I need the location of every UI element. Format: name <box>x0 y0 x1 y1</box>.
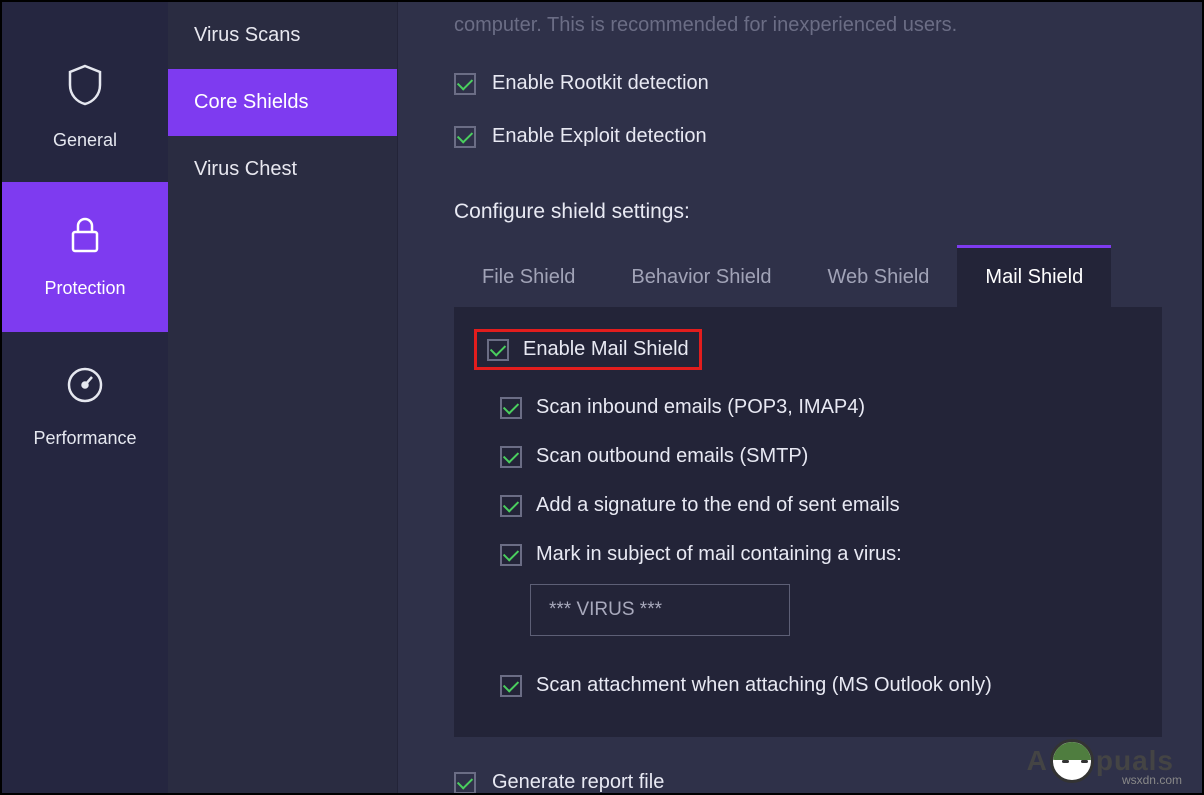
tab-web-shield[interactable]: Web Shield <box>799 248 957 307</box>
nav-performance[interactable]: Performance <box>2 332 168 482</box>
option-mark-subject[interactable]: Mark in subject of mail containing a vir… <box>500 543 1142 566</box>
label-generate-report: Generate report file <box>492 771 664 793</box>
option-scan-outbound[interactable]: Scan outbound emails (SMTP) <box>500 445 1142 468</box>
watermark-face-icon <box>1050 739 1094 783</box>
watermark-text-left: A <box>1027 745 1048 777</box>
gauge-icon <box>65 365 105 410</box>
subnav-virus-scans[interactable]: Virus Scans <box>168 2 397 69</box>
option-scan-inbound[interactable]: Scan inbound emails (POP3, IMAP4) <box>500 396 1142 419</box>
option-exploit[interactable]: Enable Exploit detection <box>454 125 1162 148</box>
watermark-source: wsxdn.com <box>1122 773 1182 787</box>
configure-shield-heading: Configure shield settings: <box>454 200 1162 224</box>
truncated-info-text: computer. This is recommended for inexpe… <box>454 14 1162 37</box>
app-window: General Protection Performance Virus Sca… <box>0 0 1204 795</box>
secondary-sidebar: Virus Scans Core Shields Virus Chest <box>168 2 398 793</box>
nav-general[interactable]: General <box>2 32 168 182</box>
label-scan-inbound: Scan inbound emails (POP3, IMAP4) <box>536 396 865 419</box>
main-panel: computer. This is recommended for inexpe… <box>398 2 1202 793</box>
label-exploit: Enable Exploit detection <box>492 125 707 148</box>
checkbox-add-signature[interactable] <box>500 495 522 517</box>
label-mark-subject: Mark in subject of mail containing a vir… <box>536 543 902 566</box>
nav-general-label: General <box>53 130 117 151</box>
option-add-signature[interactable]: Add a signature to the end of sent email… <box>500 494 1142 517</box>
label-scan-outbound: Scan outbound emails (SMTP) <box>536 445 808 468</box>
checkbox-scan-outbound[interactable] <box>500 446 522 468</box>
label-rootkit: Enable Rootkit detection <box>492 72 709 95</box>
checkbox-scan-inbound[interactable] <box>500 397 522 419</box>
lock-icon <box>67 215 103 260</box>
option-rootkit[interactable]: Enable Rootkit detection <box>454 72 1162 95</box>
tab-file-shield[interactable]: File Shield <box>454 248 603 307</box>
label-add-signature: Add a signature to the end of sent email… <box>536 494 900 517</box>
shield-tabs: File Shield Behavior Shield Web Shield M… <box>454 248 1162 307</box>
option-scan-attachment[interactable]: Scan attachment when attaching (MS Outlo… <box>500 674 1142 697</box>
nav-performance-label: Performance <box>33 428 136 449</box>
virus-subject-input[interactable]: *** VIRUS *** <box>530 584 790 636</box>
tab-mail-shield[interactable]: Mail Shield <box>957 248 1111 307</box>
checkbox-rootkit[interactable] <box>454 73 476 95</box>
nav-protection-label: Protection <box>44 278 125 299</box>
subnav-core-shields[interactable]: Core Shields <box>168 69 397 136</box>
label-scan-attachment: Scan attachment when attaching (MS Outlo… <box>536 674 992 697</box>
checkbox-exploit[interactable] <box>454 126 476 148</box>
primary-sidebar: General Protection Performance <box>2 2 168 793</box>
checkbox-mark-subject[interactable] <box>500 544 522 566</box>
option-enable-mail-shield[interactable]: Enable Mail Shield <box>474 329 702 370</box>
subnav-virus-chest[interactable]: Virus Chest <box>168 136 397 203</box>
shield-icon <box>66 63 104 112</box>
checkbox-generate-report[interactable] <box>454 772 476 794</box>
nav-protection[interactable]: Protection <box>2 182 168 332</box>
label-enable-mail-shield: Enable Mail Shield <box>523 338 689 361</box>
checkbox-scan-attachment[interactable] <box>500 675 522 697</box>
checkbox-enable-mail-shield[interactable] <box>487 339 509 361</box>
mail-shield-panel: Enable Mail Shield Scan inbound emails (… <box>454 307 1162 737</box>
tab-behavior-shield[interactable]: Behavior Shield <box>603 248 799 307</box>
